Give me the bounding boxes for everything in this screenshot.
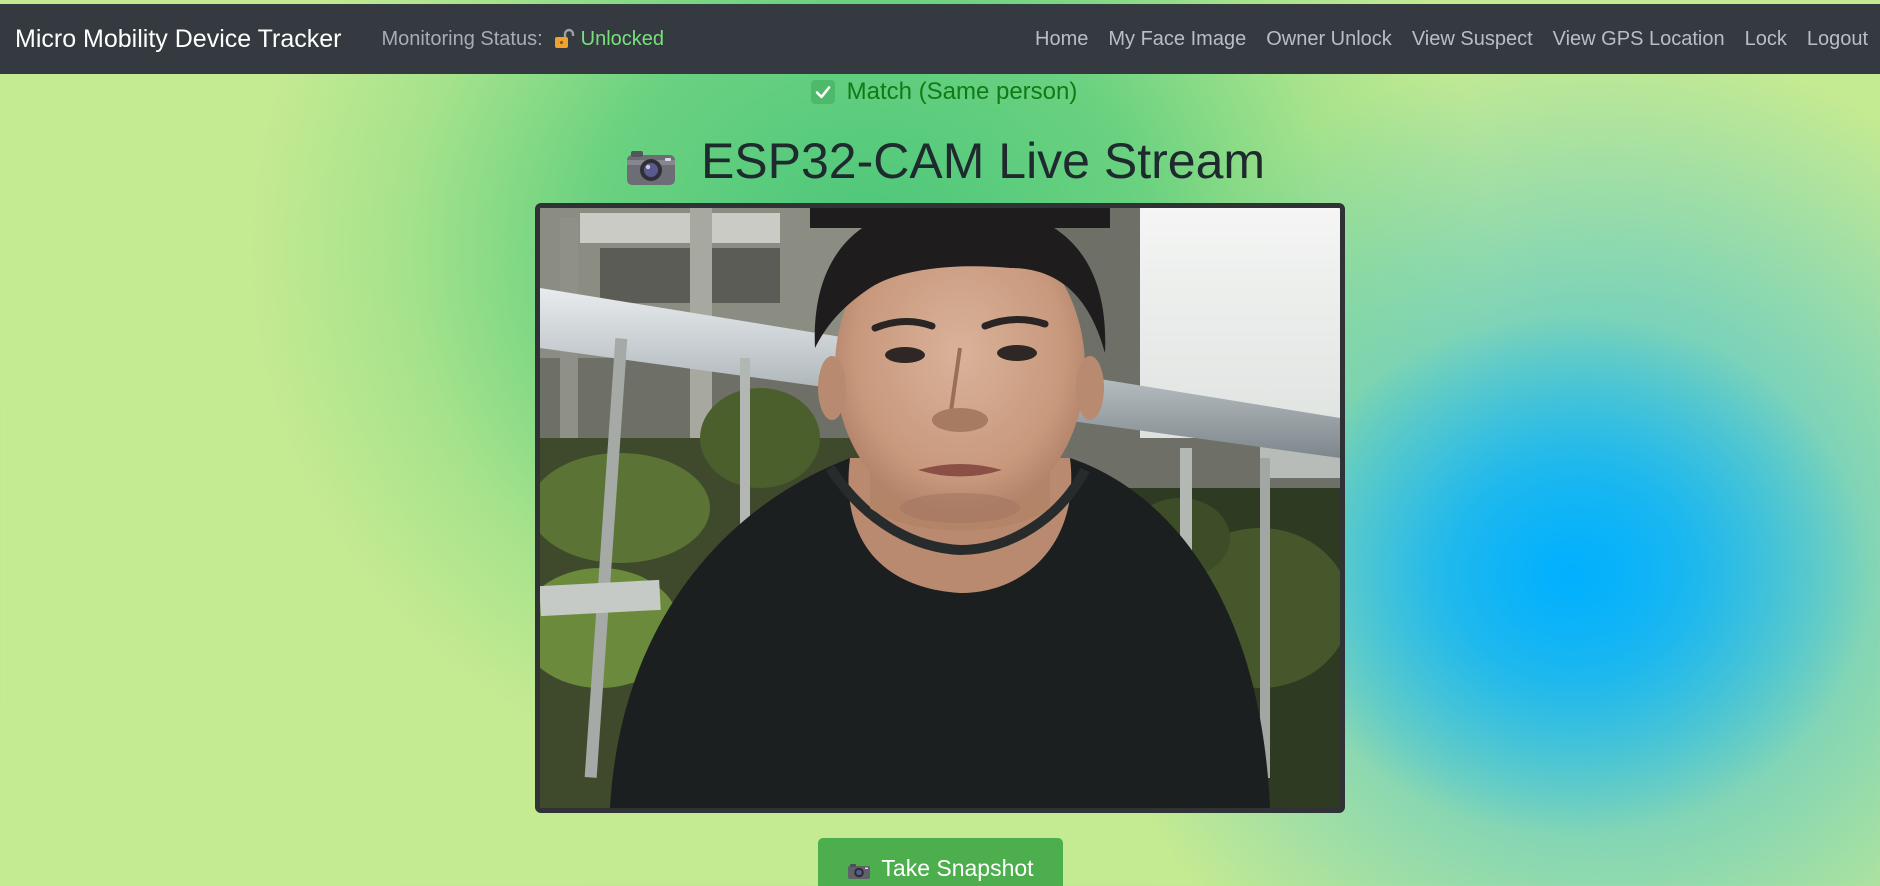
status-value: Unlocked xyxy=(580,27,665,50)
match-result: Match (Same person) xyxy=(0,78,1880,106)
camera-icon xyxy=(847,859,871,879)
status-label: Monitoring Status: xyxy=(381,27,543,50)
take-snapshot-button[interactable]: Take Snapshot xyxy=(818,838,1063,886)
monitoring-status: Monitoring Status: Unlocked xyxy=(381,28,664,51)
unlocked-padlock-icon xyxy=(553,28,575,50)
nav-view-suspect[interactable]: View Suspect xyxy=(1412,28,1533,51)
page-title: ESP32-CAM Live Stream xyxy=(0,132,1880,190)
nav-links: Home My Face Image Owner Unlock View Sus… xyxy=(1015,28,1868,51)
nav-my-face-image[interactable]: My Face Image xyxy=(1108,28,1246,51)
stream-image xyxy=(540,208,1340,808)
nav-logout[interactable]: Logout xyxy=(1807,28,1868,51)
checkmark-icon xyxy=(810,80,835,104)
match-text: Match (Same person) xyxy=(846,78,1078,105)
nav-home[interactable]: Home xyxy=(1035,28,1088,51)
stream-title: ESP32-CAM Live Stream xyxy=(700,133,1266,189)
nav-lock[interactable]: Lock xyxy=(1745,28,1787,51)
nav-owner-unlock[interactable]: Owner Unlock xyxy=(1266,28,1392,51)
navbar-brand[interactable]: Micro Mobility Device Tracker xyxy=(15,25,341,54)
live-stream-video[interactable] xyxy=(535,203,1345,813)
camera-icon xyxy=(625,141,677,185)
navbar: Micro Mobility Device Tracker Monitoring… xyxy=(0,4,1880,74)
nav-view-gps-location[interactable]: View GPS Location xyxy=(1553,28,1725,51)
take-snapshot-label: Take Snapshot xyxy=(881,854,1034,881)
